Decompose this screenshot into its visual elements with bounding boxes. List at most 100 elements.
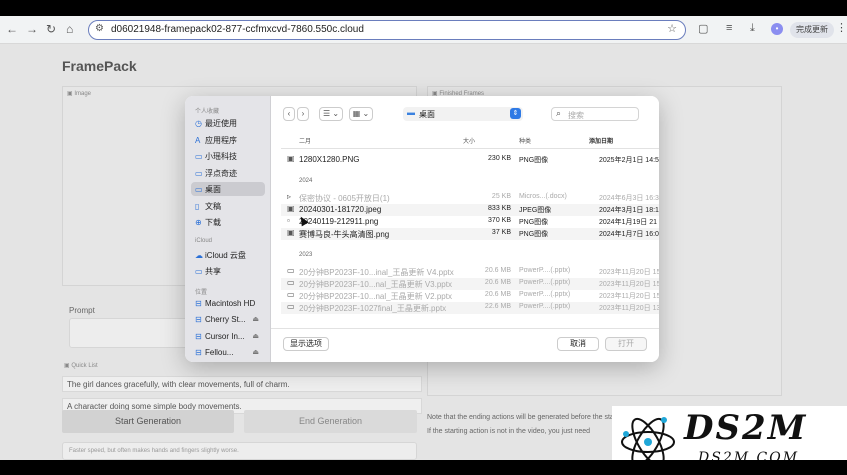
eject-icon[interactable]: ⏏ — [252, 315, 259, 323]
site-info-icon[interactable]: ⚙ — [95, 23, 104, 34]
sidebar-item[interactable]: ☁ iCloud 云盘 — [191, 248, 265, 262]
file-row[interactable]: ▹ 保密协议 - 0605开放日(1) 25 KB Micros...(.docx) 2… — [281, 192, 659, 204]
sidebar-item[interactable]: ⊟ Macintosh HD — [191, 297, 265, 311]
sidebar-item[interactable]: ▭ 共享 — [191, 264, 265, 278]
icloud-header: iCloud — [195, 237, 213, 244]
letterbox-top — [0, 0, 847, 16]
back-icon[interactable]: ← — [6, 22, 18, 36]
sidebar-item[interactable]: ▭ 小瑶科技 — [191, 149, 265, 163]
eject-icon[interactable]: ⏏ — [252, 332, 259, 340]
sidebar-item[interactable]: ⊟ Fellou... ⏏ — [191, 346, 265, 360]
disk-icon: ⊟ — [195, 331, 202, 341]
search-placeholder: 搜索 — [568, 111, 584, 120]
menu-icon[interactable]: ⋮ — [836, 21, 847, 34]
folder-popup[interactable]: ▬ 桌面 ⇕ — [403, 107, 523, 121]
folder-icon: ▭ — [195, 152, 203, 161]
file-size: 20.6 MB — [484, 267, 511, 274]
file-kind: PowerP....(.pptx) — [519, 267, 571, 274]
file-row[interactable]: ▭ 20分钟BP2023F-10...nal_王晶更新 V3.pptx 20.6 M… — [281, 278, 659, 290]
apps-icon: A — [195, 135, 201, 145]
sidebar-item-label: 浮点奇迹 — [205, 168, 237, 178]
shared-folder-icon: ▭ — [195, 267, 203, 276]
file-picker-dialog: 个人收藏 ◷ 最近使用 A 应用程序 ▭ 小瑶科技 ▭ 浮点奇迹 ▭ 桌面 ▯ 文稿 ⊕ 下载 iCloud ☁… — [185, 96, 659, 362]
desktop-icon: ▭ — [195, 185, 203, 194]
file-row[interactable]: ▣ 赛博马良-牛头高清图.png 37 KB PNG图像 2024年1月7日 16:0 — [281, 228, 659, 240]
search-input[interactable]: ⌕ 搜索 — [551, 107, 639, 121]
file-name: 20240119-212911.png — [299, 217, 379, 226]
sidebar-item-label: Cursor In... — [205, 331, 245, 341]
file-date: 2024年1月7日 16:0 — [599, 231, 659, 238]
file-name: 1280X1280.PNG — [299, 155, 360, 164]
eject-icon[interactable]: ⏏ — [252, 348, 259, 356]
sidebar-item[interactable]: ▯ 文稿 — [191, 199, 265, 213]
quick-list-item[interactable]: The girl dances gracefully, with clear m… — [62, 376, 422, 392]
file-size: 22.6 MB — [484, 303, 511, 310]
sidebar-item-label: 文稿 — [205, 201, 221, 211]
grid-view-button[interactable]: ▦ ⌄ — [349, 107, 373, 121]
column-kind[interactable]: 种类 — [519, 136, 531, 145]
sidebar-item[interactable]: ◷ 最近使用 — [191, 116, 265, 130]
disk-icon: ⊟ — [195, 315, 202, 324]
sidebar-item-label: 小瑶科技 — [205, 152, 237, 161]
update-button[interactable]: 完成更新 — [790, 22, 834, 38]
address-url[interactable]: d06021948-framepack02-877-ccfmxcvd-7860.… — [111, 24, 364, 35]
watermark: DS2M DS2M.COM — [612, 406, 847, 460]
file-row[interactable]: ▭ 20分钟BP2023F-10...inal_王晶更新 V4.pptx 20.6 … — [281, 266, 659, 278]
open-button[interactable]: 打开 — [605, 337, 647, 351]
column-name[interactable]: 二月 — [299, 136, 311, 145]
sidebar-item[interactable]: A 应用程序 — [191, 133, 265, 147]
disk-icon: ⊟ — [195, 348, 202, 357]
profile-avatar[interactable]: • — [771, 23, 783, 35]
file-icon: ▫ — [287, 216, 290, 225]
search-icon: ⌕ — [556, 108, 562, 118]
home-icon[interactable]: ⌂ — [66, 22, 73, 36]
file-icon: ▭ — [287, 290, 295, 299]
extensions-icon[interactable]: ▢ — [698, 22, 708, 35]
file-row[interactable]: ▭ 20分钟BP2023F-1027final_王晶更新.pptx 22.6 MB P… — [281, 302, 659, 314]
tab-search-icon[interactable]: ≡ — [726, 22, 732, 34]
file-size: 20.6 MB — [484, 291, 511, 298]
address-bar[interactable]: ⚙ d06021948-framepack02-877-ccfmxcvd-786… — [88, 20, 686, 40]
file-date: 2023年11月20日 15 — [599, 281, 659, 288]
file-row[interactable]: ▭ 20分钟BP2023F-10...nal_王晶更新 V2.pptx 20.6 M… — [281, 290, 659, 302]
image-panel-label: ▣ Image — [67, 91, 92, 97]
file-icon: ▣ — [287, 154, 295, 163]
bookmark-star-icon[interactable]: ☆ — [667, 22, 677, 35]
file-kind: Micros...(.docx) — [519, 193, 567, 200]
sidebar-item[interactable]: ⊟ Cursor In... ⏏ — [191, 330, 265, 344]
sidebar-item-label: 桌面 — [205, 185, 221, 194]
back-button[interactable]: ‹ — [283, 107, 295, 121]
column-date[interactable]: 添加日期 — [589, 136, 613, 145]
sidebar-item[interactable]: ⊟ Cherry St... ⏏ — [191, 313, 265, 327]
folder-icon: ▭ — [195, 168, 203, 178]
file-date: 2023年11月20日 15 — [599, 293, 659, 300]
bottom-hint: Faster speed, but often makes hands and … — [69, 448, 239, 454]
file-row[interactable]: ▣ 1280X1280.PNG 230 KB PNG图像 2025年2月1日 14:5 — [281, 154, 659, 166]
header-divider — [281, 148, 659, 149]
reload-icon[interactable]: ↻ — [46, 22, 56, 36]
file-name: 赛博马良-牛头高清图.png — [299, 230, 390, 239]
start-generation-button[interactable]: Start Generation — [62, 410, 234, 433]
list-view-button[interactable]: ☰ ⌄ — [319, 107, 343, 121]
forward-icon[interactable]: → — [26, 22, 38, 36]
forward-button[interactable]: › — [297, 107, 309, 121]
sidebar-item[interactable]: ▭ 桌面 — [191, 182, 265, 196]
sidebar-item[interactable]: ⊕ 下载 — [191, 215, 265, 229]
end-generation-button[interactable]: End Generation — [244, 410, 417, 433]
file-row[interactable]: ▣ 20240301-181720.jpeg 833 KB JPEG图像 2024年3月… — [281, 204, 659, 216]
prompt-label: Prompt — [69, 306, 95, 315]
file-size: 370 KB — [488, 217, 511, 224]
file-icon: ▣ — [287, 228, 295, 237]
show-options-button[interactable]: 显示选项 — [283, 337, 329, 351]
file-row[interactable]: ▫ 20240119-212911.png 370 KB PNG图像 2024年1月19… — [281, 216, 659, 228]
sidebar-item[interactable]: ▭ 浮点奇迹 — [191, 166, 265, 180]
download-icon[interactable]: ⤓ — [750, 22, 755, 35]
file-size: 25 KB — [491, 193, 511, 200]
group-label: 2024 — [299, 178, 313, 184]
cancel-button[interactable]: 取消 — [557, 337, 599, 351]
atom-logo-icon — [621, 417, 675, 460]
footer-divider — [271, 328, 659, 329]
locations-header: 位置 — [195, 289, 208, 296]
file-icon: ▹ — [287, 192, 292, 201]
column-size[interactable]: 大小 — [463, 136, 475, 145]
